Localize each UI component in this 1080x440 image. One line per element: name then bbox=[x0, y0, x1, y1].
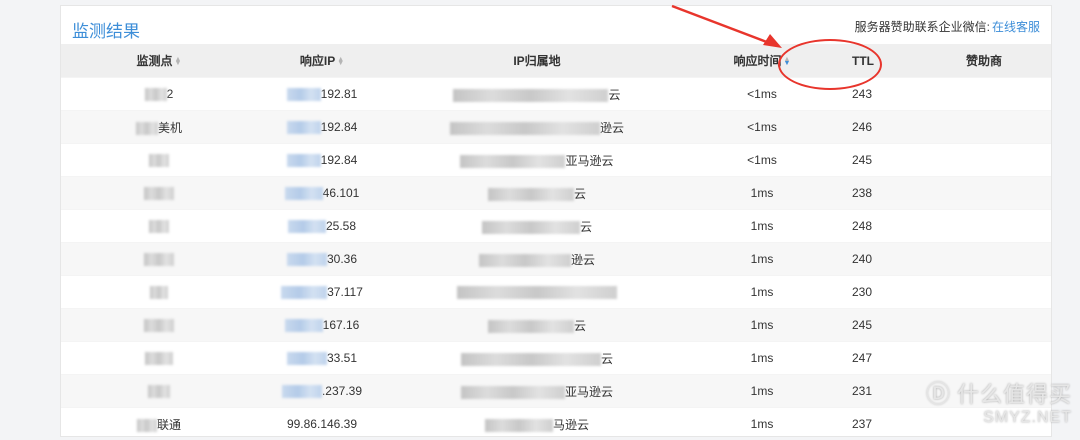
col-header-location: IP归属地 bbox=[387, 44, 687, 78]
cell-response-time: 1ms bbox=[687, 210, 837, 243]
results-table: 监测点▲▼ 响应IP▲▼ IP归属地 响应时间▲▼ TTL 赞助商 2192.8… bbox=[61, 44, 1051, 440]
col-header-sponsor: 赞助商 bbox=[917, 44, 1051, 78]
cell-response-time: 1ms bbox=[687, 276, 837, 309]
cell-ip[interactable]: 192.84 bbox=[257, 144, 387, 177]
smzdm-logo-icon: Ⓓ bbox=[926, 381, 951, 408]
cell-ttl: 245 bbox=[837, 309, 917, 342]
annotation-arrow-icon bbox=[660, 0, 800, 60]
cell-ip[interactable]: 99.86.146.39 bbox=[257, 408, 387, 440]
table-row: 46.101云1ms238 bbox=[61, 177, 1051, 210]
cell-response-time: 1ms bbox=[687, 177, 837, 210]
cell-ip[interactable]: .237.39 bbox=[257, 375, 387, 408]
cell-ttl: 247 bbox=[837, 342, 917, 375]
cell-ip[interactable]: 167.16 bbox=[257, 309, 387, 342]
cell-point bbox=[61, 177, 257, 210]
table-row: .237.39亚马逊云1ms231 bbox=[61, 375, 1051, 408]
cell-location: 亚马逊云 bbox=[387, 144, 687, 177]
cell-ip[interactable]: 192.84 bbox=[257, 111, 387, 144]
cell-location: 云 bbox=[387, 78, 687, 111]
cell-point: 2 bbox=[61, 78, 257, 111]
cell-ttl: 237 bbox=[837, 408, 917, 440]
cell-location: 云 bbox=[387, 309, 687, 342]
cell-point: 美机 bbox=[61, 111, 257, 144]
cell-location: 亚马逊云 bbox=[387, 375, 687, 408]
cell-response-time: 1ms bbox=[687, 342, 837, 375]
cell-sponsor bbox=[917, 144, 1051, 177]
cell-location: 马逊云 bbox=[387, 408, 687, 440]
cell-point bbox=[61, 210, 257, 243]
sponsor-text: 服务器赞助联系企业微信: bbox=[855, 20, 990, 34]
cell-ip[interactable]: 192.81 bbox=[257, 78, 387, 111]
cell-point bbox=[61, 276, 257, 309]
cell-point bbox=[61, 375, 257, 408]
cell-location: 云 bbox=[387, 177, 687, 210]
cell-location: 逊云 bbox=[387, 243, 687, 276]
cell-location: 逊云 bbox=[387, 111, 687, 144]
cell-point bbox=[61, 144, 257, 177]
cell-point bbox=[61, 342, 257, 375]
cell-sponsor bbox=[917, 210, 1051, 243]
cell-ttl: 240 bbox=[837, 243, 917, 276]
cell-ip[interactable]: 30.36 bbox=[257, 243, 387, 276]
table-row: 25.58云1ms248 bbox=[61, 210, 1051, 243]
online-service-link[interactable]: 在线客服 bbox=[992, 20, 1040, 34]
cell-ttl: 231 bbox=[837, 375, 917, 408]
watermark: Ⓓ什么值得买 SMYZ.NET bbox=[926, 374, 1072, 427]
cell-response-time: 1ms bbox=[687, 243, 837, 276]
col-header-point[interactable]: 监测点▲▼ bbox=[61, 44, 257, 78]
cell-ttl: 248 bbox=[837, 210, 917, 243]
cell-ttl: 245 bbox=[837, 144, 917, 177]
cell-location: 云 bbox=[387, 342, 687, 375]
table-row: 2192.81云<1ms243 bbox=[61, 78, 1051, 111]
cell-sponsor bbox=[917, 276, 1051, 309]
table-row: 192.84亚马逊云<1ms245 bbox=[61, 144, 1051, 177]
cell-ip[interactable]: 46.101 bbox=[257, 177, 387, 210]
cell-point bbox=[61, 309, 257, 342]
results-panel: 监测结果 服务器赞助联系企业微信:在线客服 监测点▲▼ 响应IP▲▼ IP归属地… bbox=[60, 5, 1052, 437]
cell-ttl: 238 bbox=[837, 177, 917, 210]
cell-response-time: <1ms bbox=[687, 144, 837, 177]
table-row: 联通99.86.146.39马逊云1ms237 bbox=[61, 408, 1051, 440]
cell-ip[interactable]: 25.58 bbox=[257, 210, 387, 243]
cell-sponsor bbox=[917, 342, 1051, 375]
cell-sponsor bbox=[917, 243, 1051, 276]
sort-icon[interactable]: ▲▼ bbox=[175, 58, 182, 66]
col-header-ip[interactable]: 响应IP▲▼ bbox=[257, 44, 387, 78]
cell-response-time: 1ms bbox=[687, 408, 837, 440]
cell-point bbox=[61, 243, 257, 276]
table-header-row: 监测点▲▼ 响应IP▲▼ IP归属地 响应时间▲▼ TTL 赞助商 bbox=[61, 44, 1051, 78]
cell-sponsor bbox=[917, 111, 1051, 144]
cell-sponsor bbox=[917, 309, 1051, 342]
cell-ttl: 230 bbox=[837, 276, 917, 309]
table-row: 167.16云1ms245 bbox=[61, 309, 1051, 342]
sponsor-contact: 服务器赞助联系企业微信:在线客服 bbox=[855, 18, 1040, 35]
cell-location: 云 bbox=[387, 210, 687, 243]
cell-response-time: 1ms bbox=[687, 375, 837, 408]
cell-response-time: <1ms bbox=[687, 111, 837, 144]
cell-ip[interactable]: 33.51 bbox=[257, 342, 387, 375]
table-row: 33.51云1ms247 bbox=[61, 342, 1051, 375]
cell-response-time: 1ms bbox=[687, 309, 837, 342]
cell-ip[interactable]: 37.117 bbox=[257, 276, 387, 309]
table-row: 美机192.84逊云<1ms246 bbox=[61, 111, 1051, 144]
table-row: 37.117 1ms230 bbox=[61, 276, 1051, 309]
cell-point: 联通 bbox=[61, 408, 257, 440]
sort-icon[interactable]: ▲▼ bbox=[337, 58, 344, 66]
cell-sponsor bbox=[917, 177, 1051, 210]
cell-ttl: 246 bbox=[837, 111, 917, 144]
cell-location bbox=[387, 276, 687, 309]
results-table-body: 2192.81云<1ms243美机192.84逊云<1ms246192.84亚马… bbox=[61, 78, 1051, 440]
cell-sponsor bbox=[917, 78, 1051, 111]
panel-title: 监测结果 bbox=[72, 17, 140, 42]
table-row: 30.36逊云1ms240 bbox=[61, 243, 1051, 276]
